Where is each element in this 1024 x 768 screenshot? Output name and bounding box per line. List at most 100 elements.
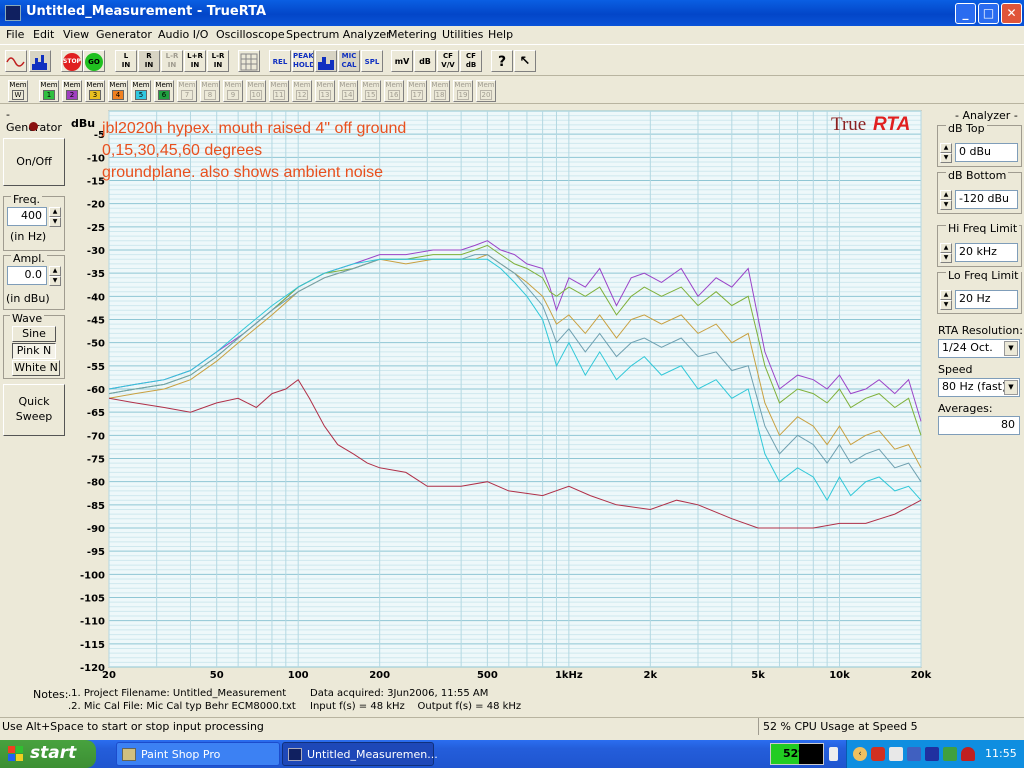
- mem-slot-3-button[interactable]: Mem 3: [85, 80, 105, 102]
- menu-file[interactable]: File: [6, 28, 24, 41]
- hi-freq-input[interactable]: 20 kHz: [955, 243, 1018, 262]
- white-noise-button[interactable]: White N: [12, 360, 60, 376]
- down-arrow-icon[interactable]: ▼: [49, 217, 61, 227]
- mem-slot-5-button[interactable]: Mem 5: [131, 80, 151, 102]
- mem-slot-12-button[interactable]: Mem 12: [292, 80, 312, 102]
- mem-slot-17-button[interactable]: Mem 17: [407, 80, 427, 102]
- mem-slot-13-button[interactable]: Mem 13: [315, 80, 335, 102]
- mem-slot-14-button[interactable]: Mem 14: [338, 80, 358, 102]
- db-top-input[interactable]: 0 dBu: [955, 143, 1018, 162]
- down-arrow-icon[interactable]: ▼: [49, 276, 61, 286]
- tray-app-icon-2[interactable]: [889, 747, 903, 761]
- ampl-spinner[interactable]: ▲ ▼: [49, 266, 61, 286]
- mem-slot-4-button[interactable]: Mem 4: [108, 80, 128, 102]
- close-button[interactable]: ✕: [1001, 3, 1022, 24]
- menu-oscilloscope[interactable]: Oscilloscope: [216, 28, 285, 41]
- mem-slot-20-button[interactable]: Mem 20: [476, 80, 496, 102]
- db-bottom-spinner[interactable]: ▲ ▼: [940, 190, 952, 210]
- minimize-button[interactable]: _: [955, 3, 976, 24]
- speed-tradeoff-select[interactable]: 80 Hz (fast) ▼: [938, 378, 1020, 397]
- left-input-button[interactable]: L IN: [115, 50, 137, 72]
- mem-slot-19-button[interactable]: Mem 19: [453, 80, 473, 102]
- up-arrow-icon[interactable]: ▲: [940, 243, 952, 253]
- mem-slot-10-button[interactable]: Mem 10: [246, 80, 266, 102]
- mic-cal-button[interactable]: MIC CAL: [338, 50, 360, 72]
- lo-freq-spinner[interactable]: ▲ ▼: [940, 290, 952, 310]
- up-arrow-icon[interactable]: ▲: [49, 207, 61, 217]
- mem-slot-15-button[interactable]: Mem 15: [361, 80, 381, 102]
- battery-icon[interactable]: [829, 747, 838, 761]
- down-arrow-icon[interactable]: ▼: [940, 200, 952, 210]
- up-arrow-icon[interactable]: ▲: [49, 266, 61, 276]
- menu-edit[interactable]: Edit: [33, 28, 54, 41]
- mem-w-button[interactable]: Mem W: [8, 80, 28, 102]
- chevron-down-icon[interactable]: ▼: [1004, 380, 1018, 395]
- menu-help[interactable]: Help: [488, 28, 513, 41]
- menu-audio-io[interactable]: Audio I/O: [158, 28, 208, 41]
- security-shield-icon[interactable]: [961, 747, 975, 761]
- network-icon[interactable]: [925, 747, 939, 761]
- menu-generator[interactable]: Generator: [96, 28, 152, 41]
- l-minus-r-disabled-button[interactable]: L-R IN: [161, 50, 183, 72]
- tray-app-icon-4[interactable]: [943, 747, 957, 761]
- mem-slot-8-button[interactable]: Mem 8: [200, 80, 220, 102]
- start-button[interactable]: start: [0, 740, 96, 768]
- spectrum-plot[interactable]: -5-10-15-20-25-30-35-40-45-50-55-60-65-7…: [69, 105, 934, 685]
- cf-vv-button[interactable]: CF V/V: [437, 50, 459, 72]
- chevron-down-icon[interactable]: ▼: [1004, 341, 1018, 356]
- pink-noise-button[interactable]: Pink N: [12, 343, 56, 359]
- spectrum-bar-button[interactable]: [315, 50, 337, 72]
- spl-button[interactable]: SPL: [361, 50, 383, 72]
- mem-slot-9-button[interactable]: Mem 9: [223, 80, 243, 102]
- grid-button[interactable]: [238, 50, 260, 72]
- right-input-button[interactable]: R IN: [138, 50, 160, 72]
- db-top-spinner[interactable]: ▲ ▼: [940, 143, 952, 163]
- spectrum-view-button[interactable]: [29, 50, 51, 72]
- taskbar-paintshop[interactable]: Paint Shop Pro: [116, 742, 280, 766]
- mem-slot-2-button[interactable]: Mem 2: [62, 80, 82, 102]
- menu-view[interactable]: View: [63, 28, 89, 41]
- mem-slot-11-button[interactable]: Mem 11: [269, 80, 289, 102]
- peak-hold-button[interactable]: PEAK HOLD: [292, 50, 314, 72]
- up-arrow-icon[interactable]: ▲: [940, 290, 952, 300]
- mem-slot-18-button[interactable]: Mem 18: [430, 80, 450, 102]
- expand-tray-icon[interactable]: ‹: [853, 747, 867, 761]
- menu-metering[interactable]: Metering: [388, 28, 437, 41]
- rta-resolution-select[interactable]: 1/24 Oct. ▼: [938, 339, 1020, 358]
- mem-slot-1-button[interactable]: Mem 1: [39, 80, 59, 102]
- app-icon[interactable]: [5, 5, 21, 21]
- quick-sweep-button[interactable]: Quick Sweep: [3, 384, 65, 436]
- freq-spinner[interactable]: ▲ ▼: [49, 207, 61, 227]
- averages-input[interactable]: 80: [938, 416, 1020, 435]
- l-minus-r-input-button[interactable]: L-R IN: [207, 50, 229, 72]
- tray-app-icon-3[interactable]: [907, 747, 921, 761]
- help-button[interactable]: ?: [491, 50, 513, 72]
- freq-input[interactable]: 400: [7, 207, 47, 226]
- up-arrow-icon[interactable]: ▲: [940, 143, 952, 153]
- mem-slot-16-button[interactable]: Mem 16: [384, 80, 404, 102]
- sine-button[interactable]: Sine: [12, 326, 56, 342]
- down-arrow-icon[interactable]: ▼: [940, 153, 952, 163]
- stop-button[interactable]: STOP: [61, 50, 83, 72]
- tray-app-icon-1[interactable]: [871, 747, 885, 761]
- cpu-meter[interactable]: 52%: [770, 743, 824, 765]
- mem-slot-6-button[interactable]: Mem 6: [154, 80, 174, 102]
- l-plus-r-input-button[interactable]: L+R IN: [184, 50, 206, 72]
- mv-button[interactable]: mV: [391, 50, 413, 72]
- rel-button[interactable]: REL: [269, 50, 291, 72]
- lo-freq-input[interactable]: 20 Hz: [955, 290, 1018, 309]
- down-arrow-icon[interactable]: ▼: [940, 253, 952, 263]
- oscilloscope-view-button[interactable]: [5, 50, 27, 72]
- generator-onoff-button[interactable]: On/Off: [3, 138, 65, 186]
- down-arrow-icon[interactable]: ▼: [940, 300, 952, 310]
- title-bar[interactable]: Untitled_Measurement - TrueRTA _ □ ✕: [0, 0, 1024, 26]
- db-bottom-input[interactable]: -120 dBu: [955, 190, 1018, 209]
- menu-utilities[interactable]: Utilities: [442, 28, 483, 41]
- context-help-button[interactable]: ↖: [514, 50, 536, 72]
- maximize-button[interactable]: □: [978, 3, 999, 24]
- db-button[interactable]: dB: [414, 50, 436, 72]
- taskbar-truerta[interactable]: Untitled_Measuremen...: [282, 742, 438, 766]
- ampl-input[interactable]: 0.0: [7, 266, 47, 285]
- menu-spectrum-analyzer[interactable]: Spectrum Analyzer: [286, 28, 391, 41]
- go-button[interactable]: GO: [83, 50, 105, 72]
